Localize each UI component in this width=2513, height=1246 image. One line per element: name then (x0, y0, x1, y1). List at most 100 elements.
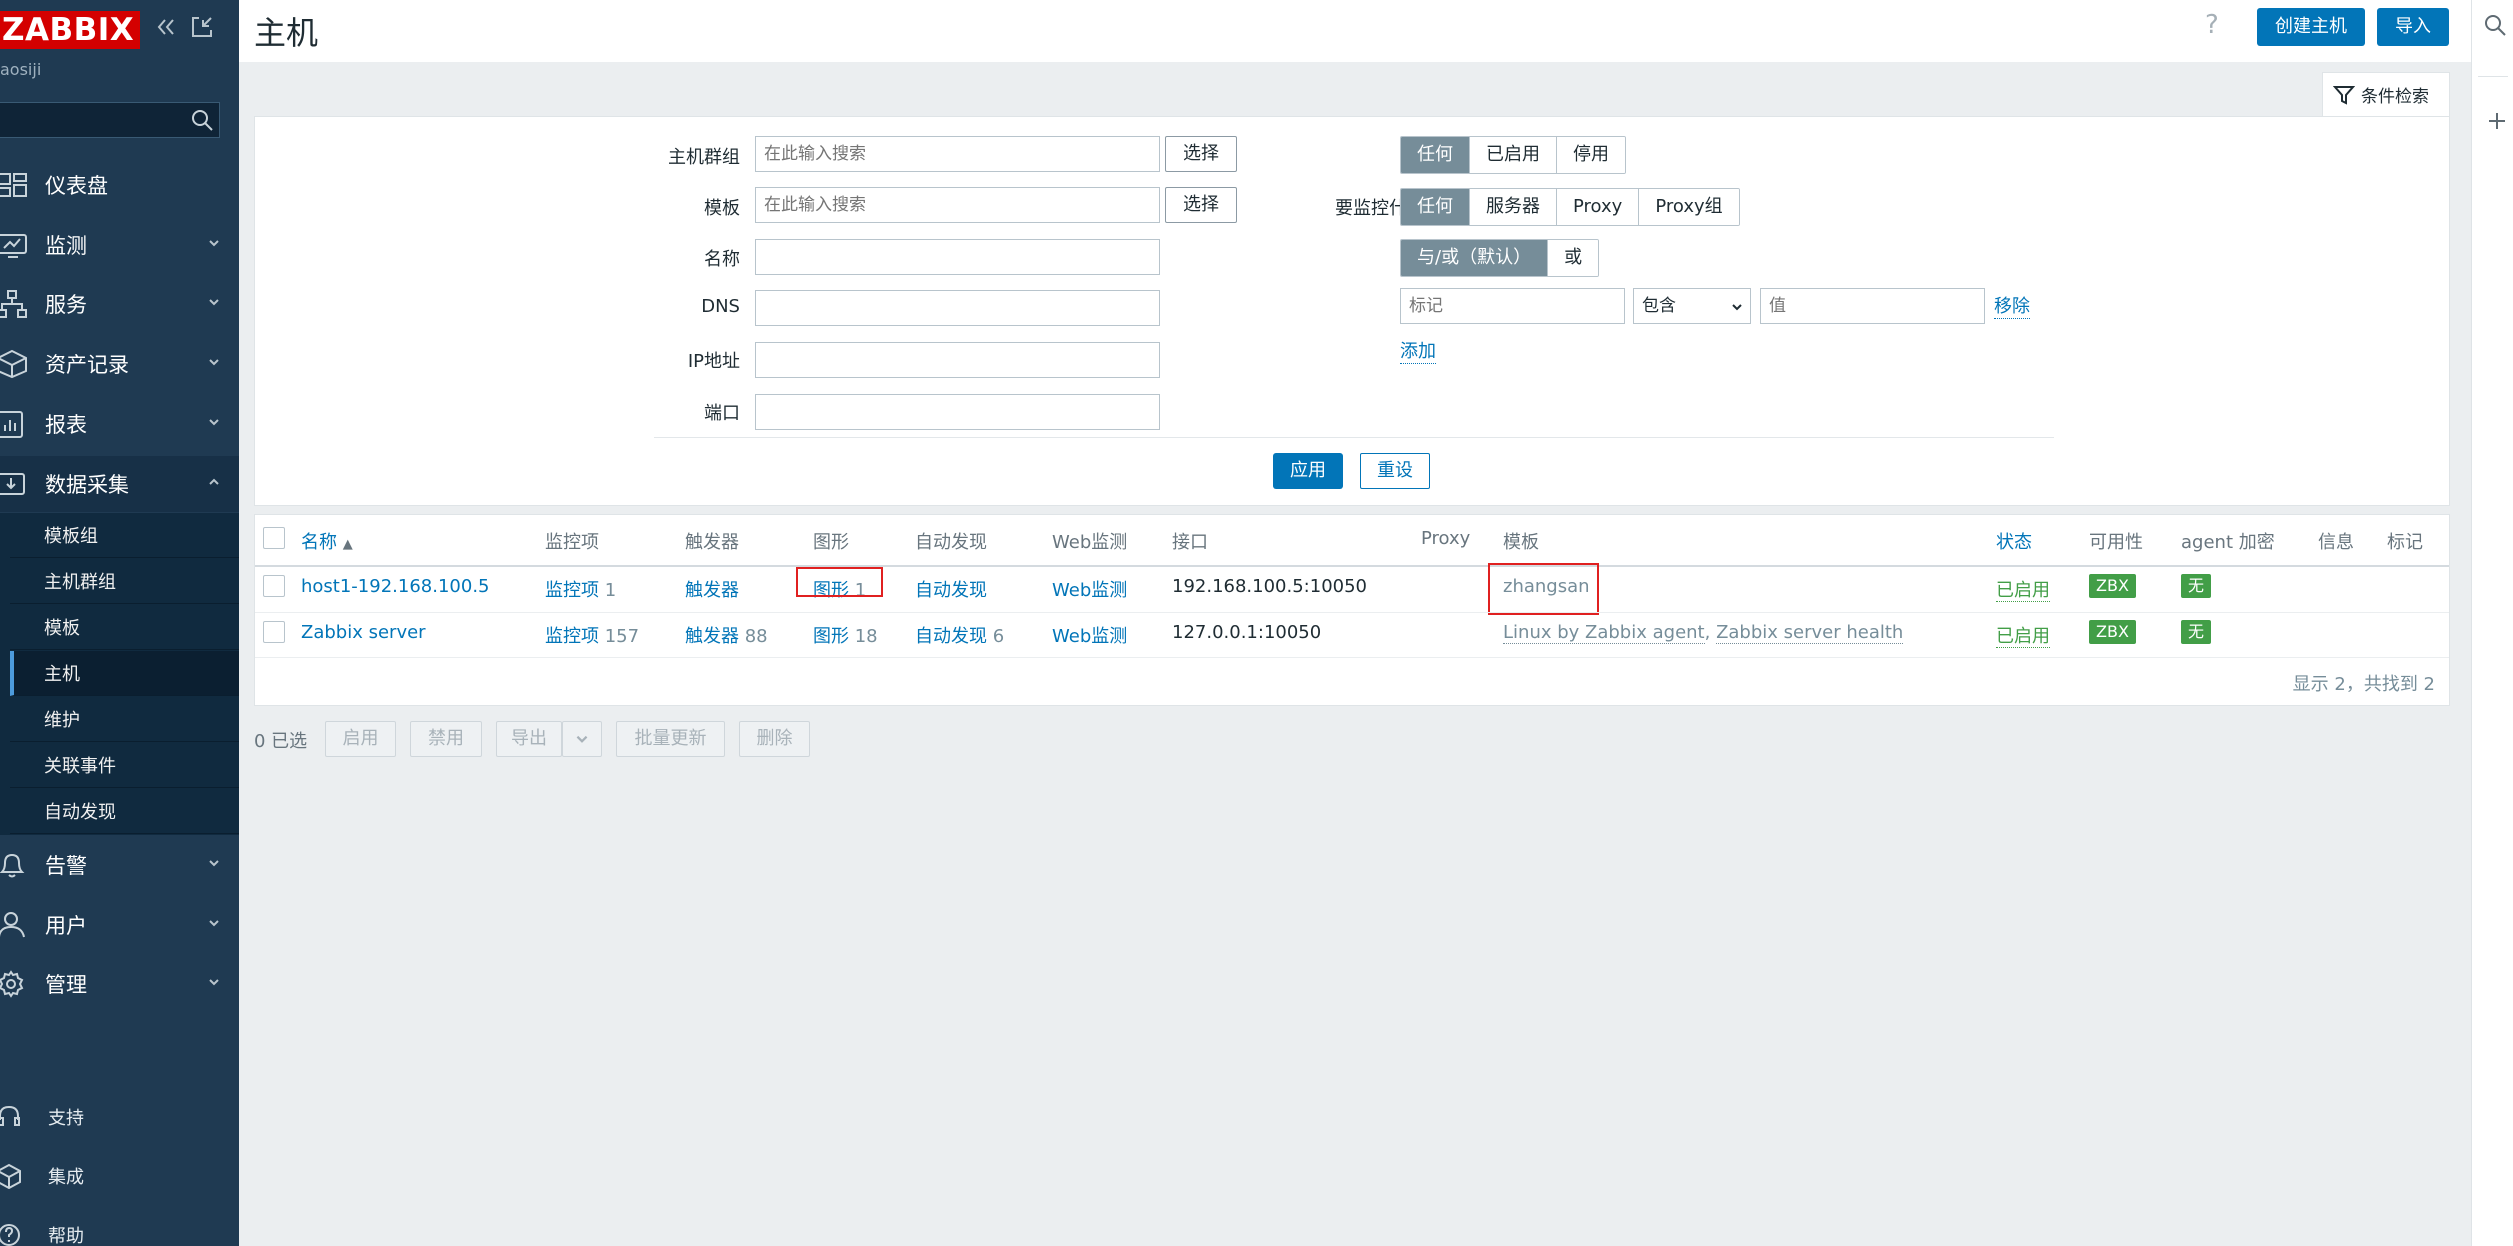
tag-add-link[interactable]: 添加 (1400, 337, 1436, 364)
column-name-header[interactable]: 名称 ▲ (301, 528, 353, 554)
menu-label: 管理 (45, 973, 87, 997)
menu-inventory[interactable]: 资产记录 (0, 336, 239, 392)
status-enabled-option[interactable]: 已启用 (1469, 137, 1556, 173)
web-link[interactable]: Web监测 (1052, 622, 1127, 648)
encryption-badge: 无 (2181, 574, 2212, 598)
discovery-link[interactable]: 自动发现 6 (915, 622, 1004, 648)
row-checkbox[interactable] (263, 621, 285, 643)
items-link[interactable]: 监控项 1 (545, 576, 616, 602)
plus-icon[interactable] (2486, 110, 2508, 132)
template-separator: , (1704, 622, 1717, 643)
hosts-table: 名称 ▲ 监控项 触发器 图形 自动发现 Web监测 接口 Proxy 模板 状… (254, 514, 2450, 706)
dashboard-icon (0, 173, 27, 197)
services-icon (0, 290, 27, 318)
triggers-link[interactable]: 触发器 88 (685, 622, 768, 648)
status-toggle[interactable]: 已启用 (1996, 622, 2050, 648)
tags-or-option[interactable]: 或 (1547, 240, 1599, 276)
ip-input[interactable] (755, 342, 1160, 378)
discovery-link[interactable]: 自动发现 (915, 576, 987, 602)
import-button[interactable]: 导入 (2377, 8, 2449, 46)
menu-data-collection[interactable]: 数据采集 (0, 456, 239, 512)
menu-dashboards[interactable]: 仪表盘 (0, 157, 239, 213)
delete-button[interactable]: 删除 (739, 721, 810, 757)
graphs-link[interactable]: 图形 18 (813, 622, 878, 648)
export-dropdown-button[interactable] (562, 721, 602, 757)
templates-input[interactable] (755, 187, 1160, 223)
monitored-proxy-group-option[interactable]: Proxy组 (1638, 189, 1739, 225)
dns-input[interactable] (755, 290, 1160, 326)
tag-operator-select[interactable]: 包含 (1633, 288, 1751, 324)
filter-divider (654, 437, 2054, 438)
host-name-link[interactable]: host1-192.168.100.5 (301, 576, 490, 597)
status-toggle[interactable]: 已启用 (1996, 576, 2050, 602)
host-groups-select-button[interactable]: 选择 (1165, 136, 1237, 172)
search-icon[interactable] (189, 107, 215, 133)
footer-help[interactable]: 帮助 (0, 1215, 239, 1246)
chevron-down-icon (576, 735, 588, 743)
host-name-link[interactable]: Zabbix server (301, 622, 426, 643)
status-any-option[interactable]: 任何 (1401, 137, 1469, 173)
submenu-discovery[interactable]: 自动发现 (10, 789, 239, 834)
host-groups-input[interactable] (755, 136, 1160, 172)
graphs-label: 图形 (813, 626, 849, 647)
submenu-templates[interactable]: 模板 (10, 605, 239, 650)
disable-button[interactable]: 禁用 (410, 721, 482, 757)
tag-operator-value: 包含 (1642, 296, 1676, 316)
tag-name-input[interactable] (1400, 288, 1625, 324)
column-name-label: 名称 (301, 532, 337, 553)
monitored-server-option[interactable]: 服务器 (1469, 189, 1556, 225)
encryption-badge: 无 (2181, 620, 2212, 644)
name-label: 名称 (704, 249, 740, 270)
reset-button[interactable]: 重设 (1360, 453, 1430, 489)
tag-remove-link[interactable]: 移除 (1994, 292, 2030, 319)
menu-alerts[interactable]: 告警 (0, 837, 239, 893)
triggers-link[interactable]: 触发器 (685, 576, 739, 602)
monitored-proxy-option[interactable]: Proxy (1556, 189, 1639, 225)
sidebar-search-input[interactable] (0, 102, 220, 138)
filter-icon (2333, 85, 2355, 105)
help-question-icon[interactable]: ? (2205, 10, 2219, 40)
mass-update-button[interactable]: 批量更新 (616, 721, 725, 757)
select-all-checkbox[interactable] (263, 527, 285, 549)
footer-integrations[interactable]: 集成 (0, 1156, 239, 1196)
data-collection-submenu: 模板组 主机群组 模板 主机 维护 关联事件 自动发现 (0, 513, 239, 835)
zabbix-logo[interactable]: ZABBIX (0, 11, 141, 49)
submenu-event-correlation[interactable]: 关联事件 (10, 743, 239, 788)
kiosk-mode-icon[interactable] (188, 14, 216, 42)
monitored-any-option[interactable]: 任何 (1401, 189, 1469, 225)
port-input[interactable] (755, 394, 1160, 430)
menu-label: 告警 (45, 854, 87, 878)
web-link[interactable]: Web监测 (1052, 576, 1127, 602)
template-link[interactable]: Linux by Zabbix agent (1503, 622, 1705, 644)
status-disabled-option[interactable]: 停用 (1556, 137, 1625, 173)
column-status-header[interactable]: 状态 (1996, 528, 2032, 554)
export-button[interactable]: 导出 (496, 721, 562, 757)
footer-support[interactable]: 支持 (0, 1097, 239, 1137)
create-host-button[interactable]: 创建主机 (2257, 8, 2365, 46)
tag-value-input[interactable] (1760, 288, 1985, 324)
filter-tab[interactable]: 条件检索 (2322, 72, 2450, 116)
monitoring-icon (0, 234, 27, 258)
submenu-maintenance[interactable]: 维护 (10, 697, 239, 742)
menu-services[interactable]: 服务 (0, 276, 239, 332)
menu-users[interactable]: 用户 (0, 897, 239, 953)
collapse-sidebar-icon[interactable] (152, 14, 180, 42)
menu-label: 用户 (45, 914, 87, 938)
chevron-up-icon (209, 478, 219, 485)
submenu-hosts[interactable]: 主机 (10, 651, 239, 696)
template-link[interactable]: Zabbix server health (1716, 622, 1904, 644)
submenu-template-groups[interactable]: 模板组 (10, 513, 239, 558)
enable-button[interactable]: 启用 (325, 721, 396, 757)
menu-monitoring[interactable]: 监测 (0, 217, 239, 273)
submenu-host-groups[interactable]: 主机群组 (10, 559, 239, 604)
menu-administration[interactable]: 管理 (0, 956, 239, 1012)
menu-reports[interactable]: 报表 (0, 396, 239, 452)
templates-select-button[interactable]: 选择 (1165, 187, 1237, 223)
name-input[interactable] (755, 239, 1160, 275)
tags-and-or-option[interactable]: 与/或（默认） (1401, 240, 1548, 276)
apply-button[interactable]: 应用 (1273, 453, 1343, 489)
discovery-count: 6 (992, 626, 1005, 647)
search-icon[interactable] (2482, 12, 2508, 38)
row-checkbox[interactable] (263, 575, 285, 597)
items-link[interactable]: 监控项 157 (545, 622, 639, 648)
